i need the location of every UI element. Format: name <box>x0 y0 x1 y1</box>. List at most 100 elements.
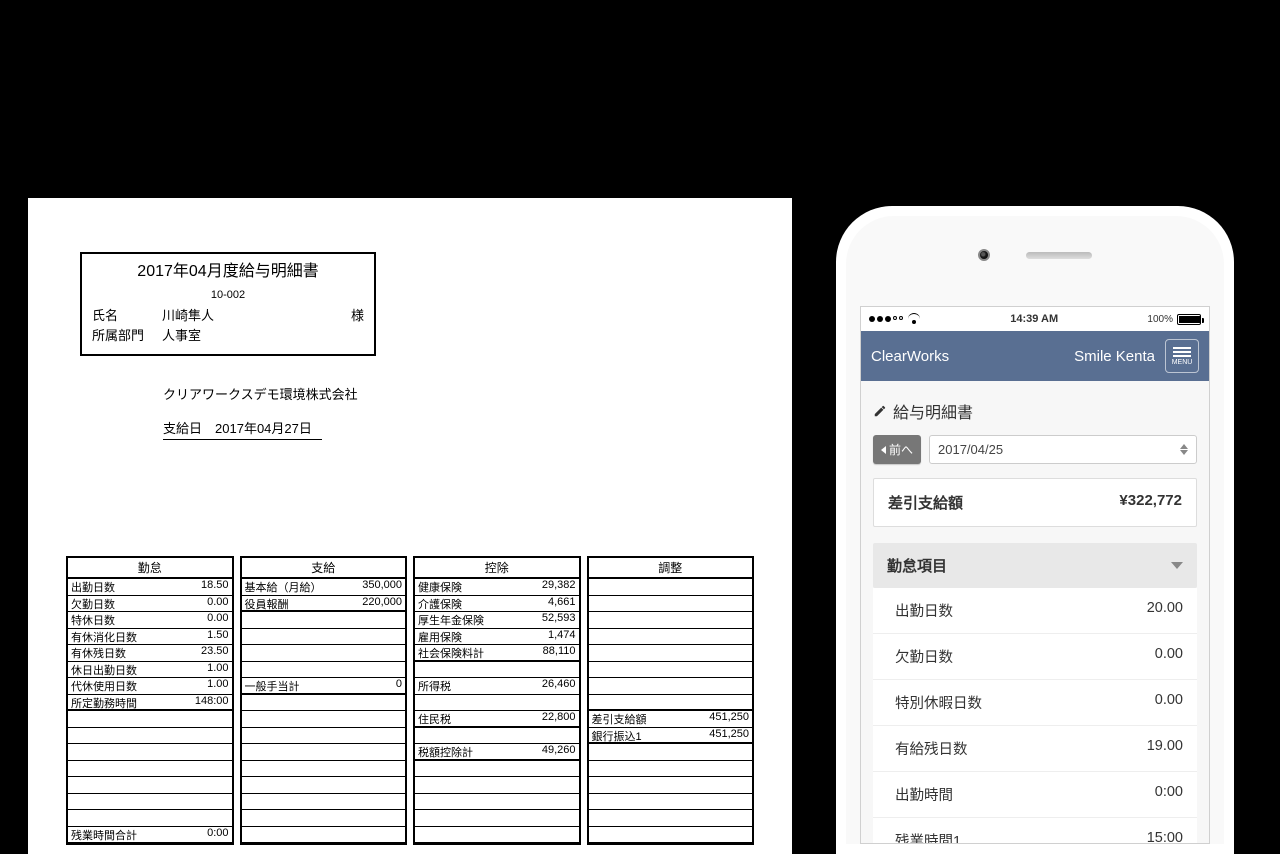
table-row <box>415 695 579 712</box>
deduction-table: 控除 健康保険29,382介護保険4,661厚生年金保険52,593雇用保険1,… <box>413 556 581 845</box>
name-row: 氏名 川崎隼人 様 <box>92 306 364 326</box>
table-row: 一般手当計0 <box>242 678 406 695</box>
dept-label: 所属部門 <box>92 326 162 346</box>
table-row: 基本給（月給）350,000 <box>242 579 406 596</box>
menu-button[interactable]: MENU <box>1165 339 1199 373</box>
list-item: 欠勤日数0.00 <box>873 634 1197 680</box>
table-row: 厚生年金保険52,593 <box>415 612 579 629</box>
table-row: 特休日数0.00 <box>68 612 232 629</box>
table-row <box>68 794 232 811</box>
company-name: クリアワークスデモ環境株式会社 <box>163 384 358 403</box>
battery-icon <box>1177 314 1201 325</box>
adjustment-header: 調整 <box>589 558 753 579</box>
table-row: 雇用保険1,474 <box>415 629 579 646</box>
table-row <box>242 777 406 794</box>
payslip-title: 2017年04月度給与明細書 <box>92 260 364 285</box>
table-row: 社会保険料計88,110 <box>415 645 579 662</box>
table-row <box>589 596 753 613</box>
table-row <box>589 810 753 827</box>
table-row <box>415 728 579 745</box>
hamburger-icon <box>1173 347 1191 349</box>
chevron-left-icon <box>881 446 886 454</box>
dept-value: 人事室 <box>162 326 334 346</box>
table-row <box>415 794 579 811</box>
table-row: 銀行振込1451,250 <box>589 728 753 745</box>
table-row <box>415 761 579 778</box>
payment-table: 支給 基本給（月給）350,000役員報酬220,000 一般手当計0 <box>240 556 408 845</box>
phone-hardware-top <box>846 216 1224 294</box>
table-row <box>242 794 406 811</box>
wifi-icon <box>907 312 921 326</box>
list-item: 出勤時間0:00 <box>873 772 1197 818</box>
table-row <box>589 777 753 794</box>
table-row: 有休消化日数1.50 <box>68 629 232 646</box>
table-row: 出勤日数18.50 <box>68 579 232 596</box>
list-item: 特別休暇日数0.00 <box>873 680 1197 726</box>
table-row: 所定勤務時間148:00 <box>68 695 232 712</box>
table-row <box>242 662 406 679</box>
table-row: 税額控除計49,260 <box>415 744 579 761</box>
date-select[interactable]: 2017/04/25 <box>929 435 1197 464</box>
payslip-tables: 勤怠 出勤日数18.50欠勤日数0.00特休日数0.00有休消化日数1.50有休… <box>66 556 754 845</box>
table-row <box>589 744 753 761</box>
table-row <box>68 711 232 728</box>
user-name: Smile Kenta <box>1074 348 1155 365</box>
table-row <box>242 744 406 761</box>
table-row: 代休使用日数1.00 <box>68 678 232 695</box>
table-row <box>589 662 753 679</box>
adjustment-table: 調整 差引支給額451,250銀行振込1451,250 <box>587 556 755 845</box>
page-title-label: 給与明細書 <box>893 399 973 423</box>
table-row: 役員報酬220,000 <box>242 596 406 613</box>
net-pay-box: 差引支給額 ¥322,772 <box>873 478 1197 527</box>
table-row <box>242 645 406 662</box>
table-row <box>242 827 406 844</box>
payslip-header-box: 2017年04月度給与明細書 10-002 氏名 川崎隼人 様 所属部門 人事室 <box>80 252 376 356</box>
table-row: 所得税26,460 <box>415 678 579 695</box>
payment-header: 支給 <box>242 558 406 579</box>
table-row <box>589 579 753 596</box>
table-row <box>589 827 753 844</box>
table-row <box>68 744 232 761</box>
camera-icon <box>978 249 990 261</box>
attendance-header: 勤怠 <box>68 558 232 579</box>
table-row: 健康保険29,382 <box>415 579 579 596</box>
list-item: 残業時間115:00 <box>873 818 1197 843</box>
pay-date: 支給日 2017年04月27日 <box>163 418 322 440</box>
speaker-slot <box>1026 252 1092 259</box>
attendance-section-header[interactable]: 勤怠項目 <box>873 543 1197 588</box>
table-row <box>415 777 579 794</box>
table-row <box>589 612 753 629</box>
date-value: 2017/04/25 <box>938 442 1003 457</box>
table-row <box>589 794 753 811</box>
pencil-icon <box>873 404 887 418</box>
name-suffix: 様 <box>334 306 364 326</box>
table-row <box>242 629 406 646</box>
net-pay-value: ¥322,772 <box>1119 492 1182 513</box>
signal-icon <box>869 316 903 322</box>
table-row <box>242 728 406 745</box>
attendance-table: 勤怠 出勤日数18.50欠勤日数0.00特休日数0.00有休消化日数1.50有休… <box>66 556 234 845</box>
table-row <box>589 645 753 662</box>
prev-button[interactable]: 前へ <box>873 435 921 464</box>
name-value: 川崎隼人 <box>162 306 334 326</box>
table-row <box>242 612 406 629</box>
table-row <box>242 761 406 778</box>
table-row <box>68 810 232 827</box>
table-row: 差引支給額451,250 <box>589 711 753 728</box>
table-row: 欠勤日数0.00 <box>68 596 232 613</box>
list-item: 有給残日数19.00 <box>873 726 1197 772</box>
app-title: ClearWorks <box>871 348 949 365</box>
table-row: 有休残日数23.50 <box>68 645 232 662</box>
employee-code: 10-002 <box>92 287 364 304</box>
chevron-down-icon <box>1171 562 1183 569</box>
table-row <box>415 662 579 679</box>
table-row <box>589 678 753 695</box>
phone-screen: 14:39 AM 100% ClearWorks Smile Kenta MEN… <box>860 306 1210 844</box>
deduction-header: 控除 <box>415 558 579 579</box>
list-item: 出勤日数20.00 <box>873 588 1197 634</box>
table-row <box>68 728 232 745</box>
stepper-icon <box>1180 444 1188 455</box>
phone-mockup: 14:39 AM 100% ClearWorks Smile Kenta MEN… <box>836 206 1234 854</box>
dept-row: 所属部門 人事室 <box>92 326 364 346</box>
table-row: 残業時間合計0:00 <box>68 827 232 844</box>
